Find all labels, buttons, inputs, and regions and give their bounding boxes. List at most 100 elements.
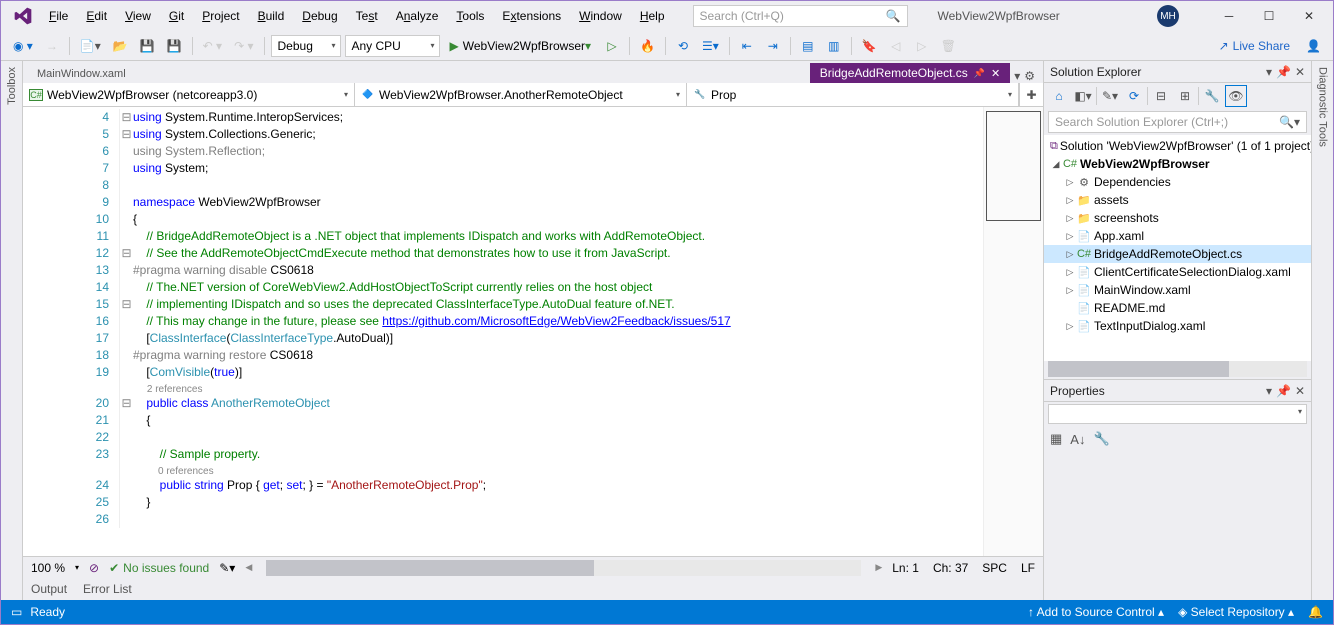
menu-analyze[interactable]: Analyze [388,5,447,27]
panel-pin-icon[interactable]: 📌 [1276,65,1291,79]
h-scrollbar[interactable] [266,560,861,576]
notifications-icon[interactable]: 🔔 [1308,605,1323,619]
tab-mainwindow[interactable]: MainWindow.xaml [27,65,136,83]
start-debug-button[interactable]: ▶ WebView2WpfBrowser ▾ [444,35,598,57]
close-tab-icon[interactable]: ✕ [991,67,1000,80]
menu-git[interactable]: Git [161,5,192,27]
feedback-button[interactable]: 👤 [1302,35,1325,57]
minimap-viewport[interactable] [986,111,1041,221]
code-editor[interactable]: 4567891011121314151617181920212223242526… [23,107,1043,556]
properties-object-dropdown[interactable] [1048,404,1307,424]
tab-settings-icon[interactable]: ⚙ [1024,69,1035,83]
menu-project[interactable]: Project [194,5,247,27]
menu-debug[interactable]: Debug [294,5,345,27]
tree-row[interactable]: ▷📄ClientCertificateSelectionDialog.xaml [1044,263,1311,281]
zoom-level[interactable]: 100 % [31,561,65,575]
tab-output[interactable]: Output [31,582,67,596]
tree-row[interactable]: ▷⚙Dependencies [1044,173,1311,191]
solution-search-input[interactable]: Search Solution Explorer (Ctrl+;) 🔍▾ [1048,111,1307,133]
alphabetical-button[interactable]: A↓ [1070,432,1085,447]
tab-dropdown-icon[interactable]: ▾ [1014,69,1020,83]
split-editor-button[interactable]: ✚ [1019,83,1043,106]
global-search-input[interactable]: Search (Ctrl+Q) 🔍 [693,5,908,27]
diagnostic-tools-rail[interactable]: Diagnostic Tools [1311,61,1333,600]
tree-row[interactable]: 📄README.md [1044,299,1311,317]
panel-close-icon[interactable]: ✕ [1295,65,1305,79]
bm-next-button[interactable]: ▷ [911,35,933,57]
pin-icon[interactable]: 📌 [974,68,985,79]
tree-row[interactable]: ▷📁assets [1044,191,1311,209]
nav-type-dropdown[interactable]: 🔷WebView2WpfBrowser.AnotherRemoteObject [355,83,687,106]
repo-button[interactable]: ◈ Select Repository ▴ [1178,605,1294,619]
line-indicator[interactable]: Ln: 1 [892,561,919,575]
live-share-button[interactable]: ↗ Live Share [1211,39,1298,53]
nav-back-button[interactable]: ◉ ▾ [9,35,37,57]
bm-clear-button[interactable]: 🗑 [937,35,960,57]
uncomment-button[interactable]: ▥ [823,35,845,57]
menu-test[interactable]: Test [348,5,386,27]
menu-file[interactable]: File [41,5,76,27]
tab-errorlist[interactable]: Error List [83,582,132,596]
menu-help[interactable]: Help [632,5,673,27]
menu-extensions[interactable]: Extensions [494,5,569,27]
tree-row[interactable]: ▷📄App.xaml [1044,227,1311,245]
sync-button[interactable]: ⟳ [1123,85,1145,107]
col-indicator[interactable]: Ch: 37 [933,561,968,575]
save-button[interactable]: 💾 [136,35,159,57]
tree-row[interactable]: ▷📁screenshots [1044,209,1311,227]
panel-dropdown-icon[interactable]: ▾ [1266,384,1272,398]
toolbox-rail[interactable]: Toolbox [1,61,23,600]
tab-bridgeaddremoteobject[interactable]: BridgeAddRemoteObject.cs📌✕ [810,63,1011,83]
config-dropdown[interactable]: Debug [271,35,341,57]
minimize-button[interactable]: ─ [1209,1,1249,31]
collapse-all-button[interactable]: ⊟ [1150,85,1172,107]
pen-icon[interactable]: ✎▾ [219,561,235,575]
tree-row[interactable]: ⧉Solution 'WebView2WpfBrowser' (1 of 1 p… [1044,137,1311,155]
maximize-button[interactable]: ☐ [1249,1,1289,31]
comment-button[interactable]: ▤ [797,35,819,57]
code-content[interactable]: using System.Runtime.InteropServices;usi… [133,107,983,556]
panel-close-icon[interactable]: ✕ [1295,384,1305,398]
panel-dropdown-icon[interactable]: ▾ [1266,65,1272,79]
nav-project-dropdown[interactable]: C#WebView2WpfBrowser (netcoreapp3.0) [23,83,355,106]
browser-link2-button[interactable]: ☰▾ [698,35,723,57]
close-button[interactable]: ✕ [1289,1,1329,31]
browser-link-button[interactable]: ⟲ [672,35,694,57]
tree-row[interactable]: ▷C#BridgeAddRemoteObject.cs [1044,245,1311,263]
issues-indicator[interactable]: ✔No issues found [109,561,209,575]
undo-button[interactable]: ↶ ▾ [199,35,226,57]
preview-button[interactable]: 👁 [1225,85,1247,107]
start-nodebug-button[interactable]: ▷ [601,35,623,57]
minimap[interactable] [983,107,1043,556]
nav-fwd-button[interactable]: → [41,35,63,57]
panel-pin-icon[interactable]: 📌 [1276,384,1291,398]
tree-row[interactable]: ▷📄TextInputDialog.xaml [1044,317,1311,335]
menu-edit[interactable]: Edit [78,5,115,27]
new-item-button[interactable]: 📄▾ [76,35,105,57]
bookmark-button[interactable]: 🔖 [858,35,881,57]
fold-column[interactable]: ⊟⊟⊟⊟⊟ [119,107,133,556]
categorized-button[interactable]: ▦ [1050,431,1062,447]
solution-tree[interactable]: ⧉Solution 'WebView2WpfBrowser' (1 of 1 p… [1044,135,1311,361]
tree-row[interactable]: ▷📄MainWindow.xaml [1044,281,1311,299]
redo-button[interactable]: ↷ ▾ [230,35,257,57]
menu-tools[interactable]: Tools [448,5,492,27]
indent-left-button[interactable]: ⇤ [736,35,758,57]
user-avatar[interactable]: MH [1157,5,1179,27]
menu-build[interactable]: Build [250,5,293,27]
indent-right-button[interactable]: ⇥ [762,35,784,57]
hot-reload-button[interactable]: 🔥 [636,35,659,57]
platform-dropdown[interactable]: Any CPU [345,35,440,57]
save-all-button[interactable]: 💾 [163,35,186,57]
nav-member-dropdown[interactable]: 🔧Prop [687,83,1019,106]
output-icon[interactable]: ▭ [11,605,22,619]
pending-changes-button[interactable]: ✎▾ [1099,85,1121,107]
source-control-button[interactable]: ↑ Add to Source Control ▴ [1028,605,1164,619]
show-all-button[interactable]: ⊞ [1174,85,1196,107]
ins-indicator[interactable]: SPC [982,561,1007,575]
switch-views-button[interactable]: ◧▾ [1072,85,1094,107]
menu-window[interactable]: Window [571,5,630,27]
home-button[interactable]: ⌂ [1048,85,1070,107]
props-wrench-icon[interactable]: 🔧 [1093,431,1109,447]
properties-button[interactable]: 🔧 [1201,85,1223,107]
